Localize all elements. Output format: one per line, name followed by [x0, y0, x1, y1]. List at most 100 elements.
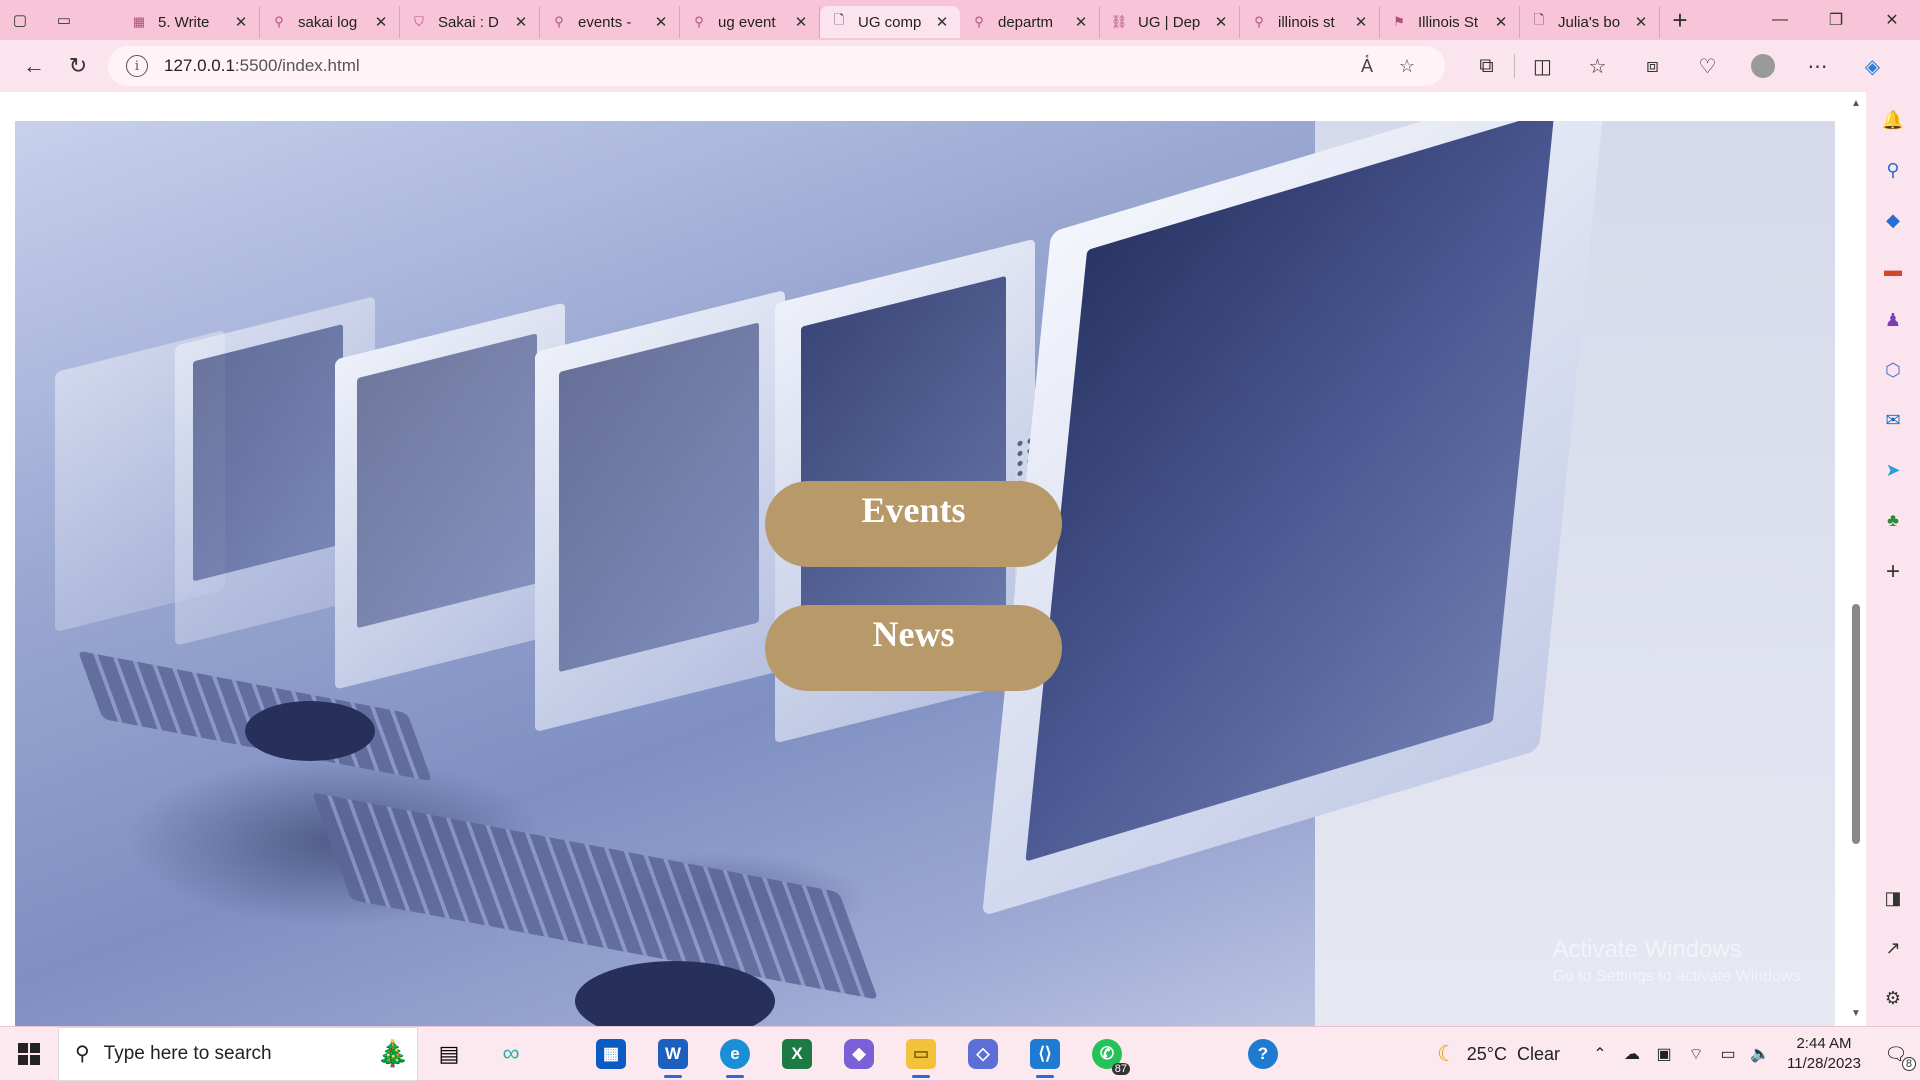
open-external-icon[interactable]: ↗ — [1877, 932, 1909, 964]
favorite-star-icon[interactable]: ☆ — [1387, 56, 1427, 77]
copilot-app-icon[interactable]: ◇ — [952, 1027, 1014, 1081]
window-controls: — ❐ ✕ — [1752, 0, 1920, 40]
wifi-icon[interactable]: ⌔ — [1680, 1044, 1712, 1064]
taskbar-search-box[interactable]: ⚲ Type here to search 🎄 — [58, 1026, 418, 1081]
send-icon[interactable]: ➤ — [1877, 454, 1909, 486]
close-tab-icon[interactable]: ✕ — [934, 13, 950, 31]
microsoft365-icon[interactable]: ⬡ — [1877, 354, 1909, 386]
excel-icon[interactable]: X — [766, 1027, 828, 1081]
tab-julias[interactable]: 🗋 Julia's bo ✕ — [1520, 6, 1660, 38]
tab-illinois-search[interactable]: ⚲ illinois st ✕ — [1240, 6, 1380, 38]
show-hidden-icons-chevron-icon[interactable]: ⌃ — [1584, 1044, 1616, 1064]
scroll-down-arrow-icon[interactable]: ▼ — [1846, 1004, 1866, 1024]
close-tab-icon[interactable]: ✕ — [653, 13, 669, 31]
minimize-icon[interactable]: — — [1752, 0, 1808, 40]
close-tab-icon[interactable]: ✕ — [373, 13, 389, 31]
add-sidebar-app-icon[interactable]: + — [1877, 556, 1909, 588]
clock[interactable]: 2:44 AM 11/28/2023 — [1776, 1034, 1872, 1074]
volume-icon[interactable]: 🔈 — [1744, 1044, 1776, 1064]
task-view-icon[interactable]: ▤ — [418, 1027, 480, 1081]
microsoft365-icon[interactable]: ◆ — [828, 1027, 890, 1081]
extensions-icon[interactable]: ⧉ — [1459, 46, 1514, 86]
close-tab-icon[interactable]: ✕ — [1213, 13, 1229, 31]
games-icon[interactable]: ♟ — [1877, 304, 1909, 336]
favorites-icon[interactable]: ☆ — [1570, 46, 1625, 86]
url-text[interactable]: 127.0.0.1:5500/index.html — [164, 56, 1347, 76]
search-placeholder: Type here to search — [103, 1042, 272, 1064]
tab-write[interactable]: ▦ 5. Write ✕ — [120, 6, 260, 38]
split-screen-icon[interactable]: ◫ — [1515, 46, 1570, 86]
notification-count: 8 — [1901, 1056, 1916, 1071]
weather-text: 25°C Clear — [1466, 1043, 1560, 1064]
restore-icon[interactable]: ❐ — [1808, 0, 1864, 40]
new-tab-button[interactable]: + — [1660, 0, 1700, 40]
close-tab-icon[interactable]: ✕ — [1633, 13, 1649, 31]
tab-sakai-login[interactable]: ⚲ sakai log ✕ — [260, 6, 400, 38]
collections-icon[interactable]: ⧈ — [1625, 46, 1680, 86]
close-tab-icon[interactable]: ✕ — [793, 13, 809, 31]
close-tab-icon[interactable]: ✕ — [233, 13, 249, 31]
tab-sakai[interactable]: ⛉ Sakai : D ✕ — [400, 6, 540, 38]
shield-icon: ⛉ — [414, 14, 424, 29]
tab-ug-dep[interactable]: ⛓ UG | Dep ✕ — [1100, 6, 1240, 38]
whatsapp-icon[interactable]: ✆ 87 — [1076, 1027, 1138, 1081]
close-tab-icon[interactable]: ✕ — [513, 13, 529, 31]
outlook-icon[interactable]: ✉ — [1877, 404, 1909, 436]
scroll-up-arrow-icon[interactable]: ▲ — [1846, 94, 1866, 114]
battery-icon[interactable]: ▭ — [1712, 1044, 1744, 1064]
monitor-image — [335, 302, 565, 690]
meet-now-icon[interactable]: ▣ — [1648, 1044, 1680, 1064]
notifications-bell-icon[interactable]: 🔔 — [1877, 104, 1909, 136]
search-icon[interactable]: ⚲ — [1877, 154, 1909, 186]
tab-department[interactable]: ⚲ departm ✕ — [960, 6, 1100, 38]
tab-events-search[interactable]: ⚲ events - ✕ — [540, 6, 680, 38]
browser-essentials-icon[interactable]: ♡ — [1680, 46, 1735, 86]
close-window-icon[interactable]: ✕ — [1864, 0, 1920, 40]
notification-center-icon[interactable]: 🗨 8 — [1872, 1044, 1920, 1071]
tab-actions-icon[interactable]: ▭ — [44, 0, 84, 40]
word-icon[interactable]: W — [642, 1027, 704, 1081]
tab-illinois-st[interactable]: ⚑ Illinois St ✕ — [1380, 6, 1520, 38]
microsoft-store-icon[interactable]: ▦ — [580, 1027, 642, 1081]
site-info-icon[interactable]: i — [126, 55, 148, 77]
search-highlight-icon: 🎄 — [376, 1038, 409, 1068]
search-icon: ⚲ — [974, 14, 984, 29]
close-tab-icon[interactable]: ✕ — [1073, 13, 1089, 31]
clock-time: 2:44 AM — [1796, 1035, 1852, 1052]
weather-widget[interactable]: ☾ 25°C Clear — [1437, 1041, 1560, 1067]
close-tab-icon[interactable]: ✕ — [1353, 13, 1369, 31]
onedrive-sync-icon[interactable]: ☁ — [1616, 1044, 1648, 1064]
tools-briefcase-icon[interactable]: ▬ — [1877, 254, 1909, 286]
more-menu-icon[interactable]: ⋯ — [1790, 46, 1845, 86]
profile-avatar-icon[interactable] — [1735, 46, 1790, 86]
file-explorer-icon[interactable]: ▭ — [890, 1027, 952, 1081]
page-scrollbar[interactable]: ▲ ▼ — [1846, 92, 1866, 1026]
hide-sidebar-icon[interactable]: ◨ — [1877, 882, 1909, 914]
watermark-subtitle: Go to Settings to activate Windows. — [1552, 968, 1805, 985]
tree-icon[interactable]: ♣ — [1877, 504, 1909, 536]
workspaces-icon[interactable]: ▢ — [0, 0, 40, 40]
search-icon: ⚲ — [274, 14, 284, 29]
back-icon[interactable]: ← — [12, 46, 56, 86]
tab-ug-comp[interactable]: 🗋 UG comp ✕ — [820, 6, 960, 38]
events-button[interactable]: Events — [765, 481, 1062, 567]
settings-gear-icon[interactable]: ⚙ — [1877, 982, 1909, 1014]
whatsapp-badge: 87 — [1111, 1062, 1130, 1075]
news-button[interactable]: News — [765, 605, 1062, 691]
refresh-icon[interactable]: ↻ — [56, 46, 100, 86]
edge-icon[interactable]: e — [704, 1027, 766, 1081]
address-bar[interactable]: i 127.0.0.1:5500/index.html A᷾ ☆ — [108, 46, 1445, 86]
copilot-loop-icon[interactable]: ∞ — [480, 1027, 542, 1081]
tab-title: Julia's bo — [1558, 13, 1621, 31]
shopping-tag-icon[interactable]: ◆ — [1877, 204, 1909, 236]
url-path: :5500/index.html — [234, 56, 360, 75]
close-tab-icon[interactable]: ✕ — [1493, 13, 1509, 31]
scrollbar-thumb[interactable] — [1852, 604, 1860, 844]
tab-ug-events[interactable]: ⚲ ug event ✕ — [680, 6, 820, 38]
vscode-icon[interactable]: ⟨⟩ — [1014, 1027, 1076, 1081]
read-aloud-icon[interactable]: A᷾ — [1347, 56, 1387, 77]
help-icon[interactable]: ? — [1232, 1027, 1294, 1081]
search-icon: ⚲ — [694, 14, 704, 29]
start-button[interactable] — [0, 1027, 58, 1081]
copilot-icon[interactable]: ◈ — [1845, 46, 1900, 86]
